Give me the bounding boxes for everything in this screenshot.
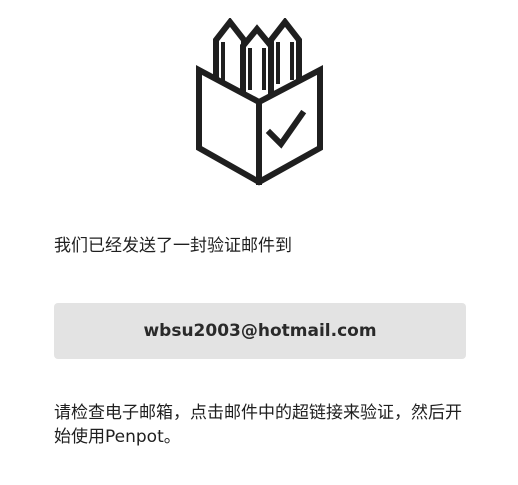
verification-intro-text: 我们已经发送了一封验证邮件到 [54, 236, 292, 256]
email-display: wbsu2003@hotmail.com [54, 303, 466, 359]
verification-instructions-text: 请检查电子邮箱，点击邮件中的超链接来验证，然后开始使用Penpot。 [54, 403, 462, 447]
penpot-logo-icon [193, 17, 327, 188]
